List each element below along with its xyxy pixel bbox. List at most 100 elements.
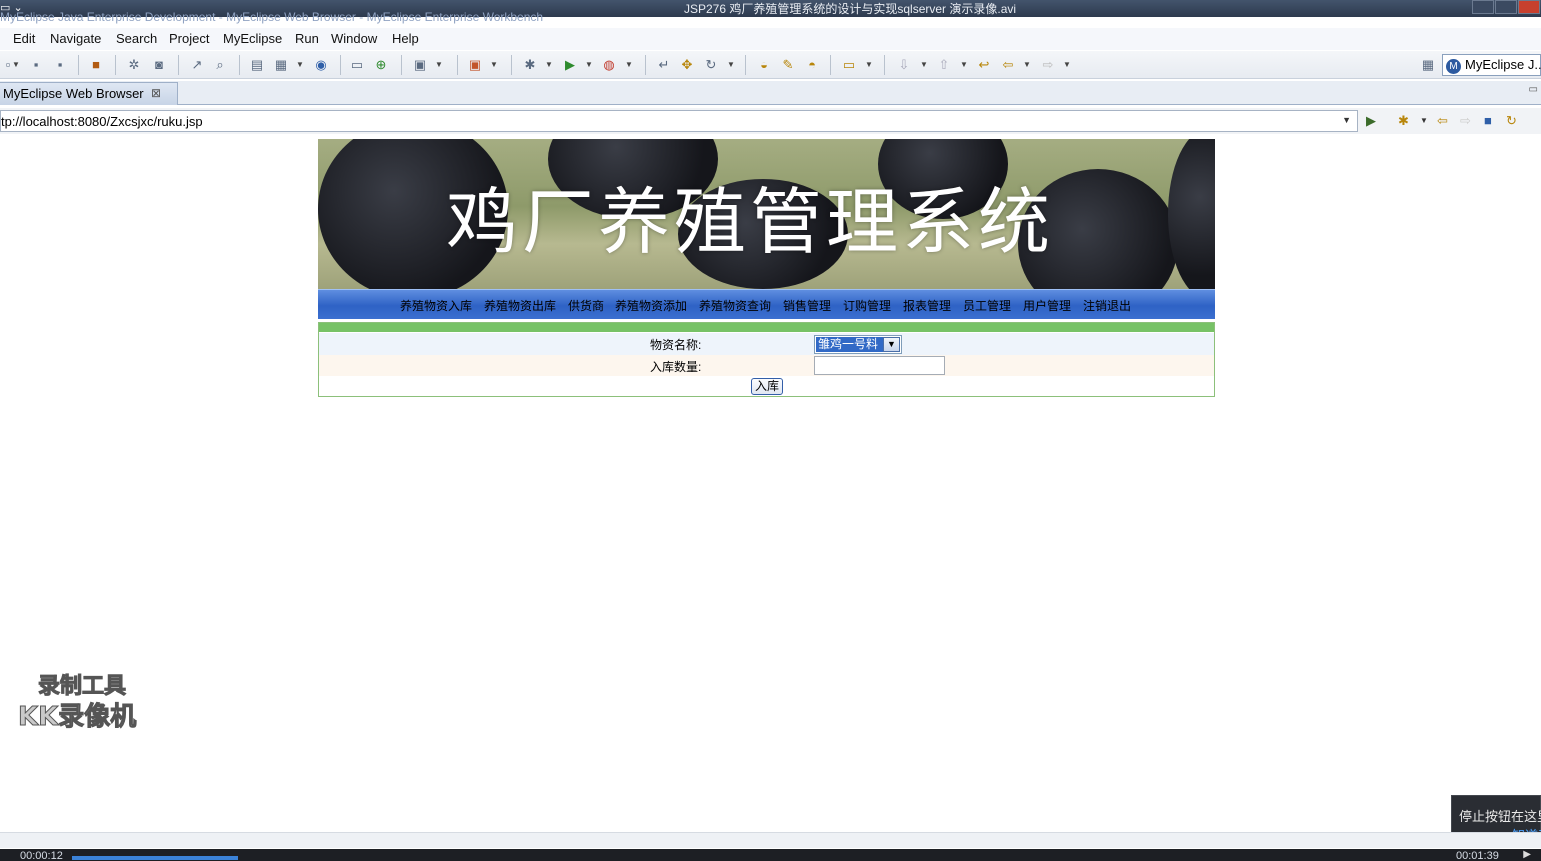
nav-material-inbound[interactable]: 养殖物资入库 xyxy=(400,297,472,314)
nav-sales-management[interactable]: 销售管理 xyxy=(783,297,831,314)
window-title: JSP276 鸡厂养殖管理系统的设计与实现sqlserver 演示录像.avi xyxy=(684,2,1017,16)
close-button[interactable] xyxy=(1518,0,1540,14)
play-icon[interactable]: ▶ xyxy=(1523,849,1531,860)
menu-navigate[interactable]: Navigate xyxy=(50,31,101,46)
previous-annotation-icon[interactable]: ⇧ xyxy=(936,57,952,73)
toolbar-separator xyxy=(884,55,885,75)
minimize-view-icon[interactable]: ▭ xyxy=(1529,84,1538,95)
nav-logout[interactable]: 注销退出 xyxy=(1083,297,1131,314)
menu-project[interactable]: Project xyxy=(169,31,209,46)
tab-web-browser[interactable]: MyEclipse Web Browser ⊠ xyxy=(0,82,178,105)
nav-order-management[interactable]: 订购管理 xyxy=(843,297,891,314)
site-banner: 鸡厂养殖管理系统 xyxy=(318,139,1215,289)
menu-myeclipse[interactable]: MyEclipse xyxy=(223,31,282,46)
add-icon[interactable]: ⊕ xyxy=(373,57,389,73)
palette-icon[interactable]: ◓ xyxy=(804,57,820,73)
open-perspective-icon[interactable]: ▦ xyxy=(1420,57,1436,73)
url-history-dropdown-icon[interactable]: ▼ xyxy=(1342,115,1351,125)
package-icon[interactable]: ■ xyxy=(88,57,104,73)
video-player-bar: 00:00:12 00:01:39 ▶ xyxy=(0,849,1541,861)
back-icon[interactable]: ⇦ xyxy=(1000,57,1016,73)
run-icon[interactable]: ▶ xyxy=(562,57,578,73)
menu-edit[interactable]: Edit xyxy=(13,31,35,46)
server-icon[interactable]: ◙ xyxy=(151,57,167,73)
open-file-dropdown-icon[interactable]: ▼ xyxy=(865,57,873,73)
deploy-icon[interactable]: ↗ xyxy=(189,57,205,73)
menu-run[interactable]: Run xyxy=(295,31,319,46)
toolbar-separator xyxy=(511,55,512,75)
search-deploy-icon[interactable]: ⌕ xyxy=(212,57,228,73)
toolbar-separator xyxy=(115,55,116,75)
new-wizard-icon[interactable]: ▣ xyxy=(467,57,483,73)
open-file-icon[interactable]: ▭ xyxy=(841,57,857,73)
server-manage-icon[interactable]: ▤ xyxy=(249,57,265,73)
debug-settings-icon[interactable]: ✲ xyxy=(126,57,142,73)
debug-dropdown-icon[interactable]: ▼ xyxy=(545,57,553,73)
playback-progress[interactable] xyxy=(72,856,238,860)
quantity-input[interactable] xyxy=(814,356,945,375)
new-file-dropdown-icon[interactable]: ▼ xyxy=(435,57,443,73)
web-project-dropdown-icon[interactable]: ▼ xyxy=(296,57,304,73)
pen-icon[interactable]: ✎ xyxy=(780,57,796,73)
browser-back-icon[interactable]: ⇦ xyxy=(1437,114,1448,128)
external-tools-dropdown-icon[interactable]: ▼ xyxy=(625,57,633,73)
form-header-stripe xyxy=(319,323,1214,332)
new-wizard-dropdown-icon[interactable]: ▼ xyxy=(490,57,498,73)
form-row-quantity xyxy=(319,355,1214,376)
back-dropdown-icon[interactable]: ▼ xyxy=(1023,57,1031,73)
menu-help[interactable]: Help xyxy=(392,31,419,46)
save-all-icon[interactable]: ▪ xyxy=(52,57,68,73)
go-icon[interactable]: ▶ xyxy=(1366,114,1376,128)
bookmark-dropdown-icon[interactable]: ▼ xyxy=(1420,114,1428,128)
external-tools-icon[interactable]: ◍ xyxy=(601,57,617,73)
toolbar-separator xyxy=(78,55,79,75)
refresh-dropdown-icon[interactable]: ▼ xyxy=(727,57,735,73)
browser-forward-icon[interactable]: ⇨ xyxy=(1460,114,1471,128)
open-task-icon[interactable]: ↵ xyxy=(656,57,672,73)
nav-material-outbound[interactable]: 养殖物资出库 xyxy=(484,297,556,314)
nav-material-add[interactable]: 养殖物资添加 xyxy=(615,297,687,314)
refresh-icon[interactable]: ↻ xyxy=(703,57,719,73)
open-type-icon[interactable]: ▭ xyxy=(349,57,365,73)
perspective-switcher[interactable]: M MyEclipse J... xyxy=(1442,54,1541,76)
total-time: 00:01:39 xyxy=(1456,850,1499,861)
open-folder-icon[interactable]: ◒ xyxy=(756,57,772,73)
toolbar-separator xyxy=(830,55,831,75)
quantity-label: 入库数量: xyxy=(650,360,702,374)
nav-material-query[interactable]: 养殖物资查询 xyxy=(699,297,771,314)
next-annotation-dropdown-icon[interactable]: ▼ xyxy=(920,57,928,73)
nav-suppliers[interactable]: 供货商 xyxy=(568,297,604,314)
forward-dropdown-icon[interactable]: ▼ xyxy=(1063,57,1071,73)
inbound-submit-button[interactable]: 入库 xyxy=(751,378,783,395)
save-icon[interactable]: ▪ xyxy=(28,57,44,73)
run-dropdown-icon[interactable]: ▼ xyxy=(585,57,593,73)
forward-icon[interactable]: ⇨ xyxy=(1040,57,1056,73)
toolbar-separator xyxy=(645,55,646,75)
material-select[interactable]: 雏鸡一号料 ▼ xyxy=(814,335,902,354)
maximize-button[interactable] xyxy=(1495,0,1517,14)
form-row-material xyxy=(319,333,1214,355)
chevron-down-icon[interactable]: ▼ xyxy=(883,337,900,352)
tab-close-icon[interactable]: ⊠ xyxy=(151,86,161,100)
bookmark-icon[interactable]: ✱ xyxy=(1398,114,1409,128)
nav-employee-management[interactable]: 员工管理 xyxy=(963,297,1011,314)
stop-icon[interactable]: ■ xyxy=(1484,114,1492,128)
nav-report-management[interactable]: 报表管理 xyxy=(903,297,951,314)
new-file-icon[interactable]: ▣ xyxy=(412,57,428,73)
menu-window[interactable]: Window xyxy=(331,31,377,46)
web-project-icon[interactable]: ▦ xyxy=(273,57,289,73)
menu-search[interactable]: Search xyxy=(116,31,157,46)
next-annotation-icon[interactable]: ⇩ xyxy=(896,57,912,73)
nav-user-management[interactable]: 用户管理 xyxy=(1023,297,1071,314)
globe-icon[interactable]: ◉ xyxy=(313,57,329,73)
url-input[interactable]: tp://localhost:8080/Zxcsjxc/ruku.jsp ▼ xyxy=(0,110,1358,132)
minimize-button[interactable] xyxy=(1472,0,1494,14)
previous-annotation-dropdown-icon[interactable]: ▼ xyxy=(960,57,968,73)
last-edit-icon[interactable]: ↩ xyxy=(976,57,992,73)
banner-title: 鸡厂养殖管理系统 xyxy=(446,180,1055,264)
menu-bar: Edit Navigate Search Project MyEclipse R… xyxy=(0,28,1541,50)
debug-icon[interactable]: ✱ xyxy=(522,57,538,73)
browser-refresh-icon[interactable]: ↻ xyxy=(1506,114,1517,128)
new-dropdown-icon[interactable]: ▼ xyxy=(12,57,20,73)
open-resource-icon[interactable]: ✥ xyxy=(679,57,695,73)
